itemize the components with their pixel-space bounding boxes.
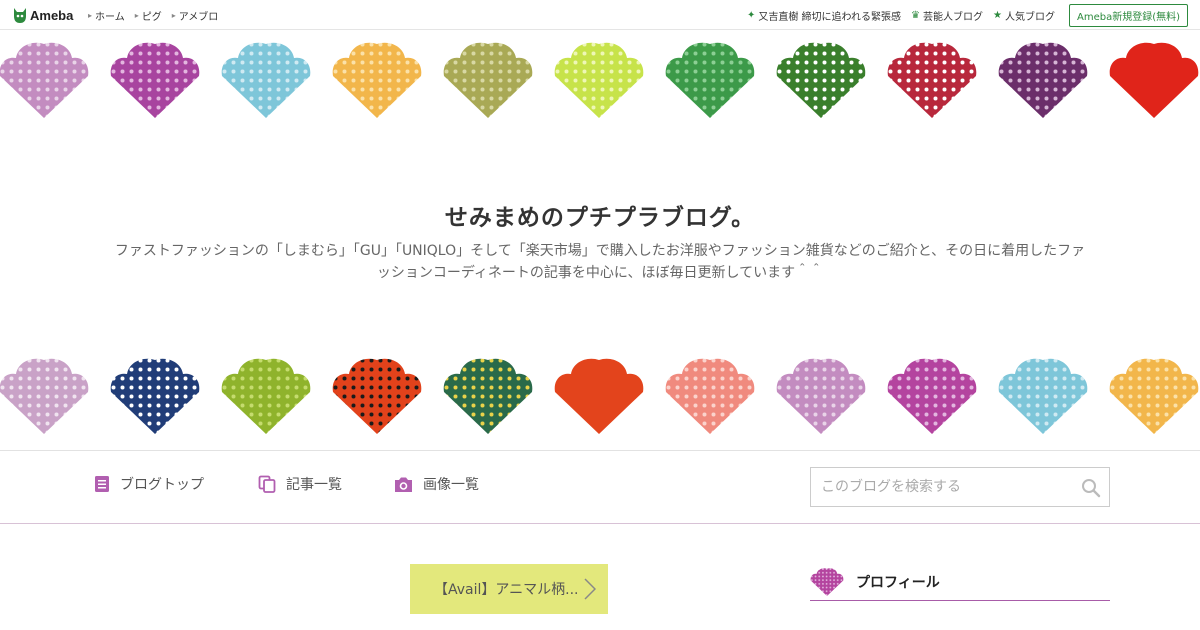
celebrity-blog-link[interactable]: ♛ 芸能人ブログ xyxy=(911,8,983,23)
top-nav-label: ピグ xyxy=(141,11,162,23)
pattern-tile xyxy=(776,42,866,118)
pattern-tile xyxy=(887,42,977,118)
popular-blog-label: 人気ブログ xyxy=(1004,11,1055,23)
nav-image-list[interactable]: 画像一覧 xyxy=(394,474,479,494)
profile-heading: プロフィール xyxy=(810,563,1110,601)
top-right-links: ✦ 又吉直樹 締切に追われる緊張感 ♛ 芸能人ブログ ★ 人気ブログ Ameba新規登… xyxy=(737,0,1188,30)
nav-blog-top-label: ブログトップ xyxy=(120,477,204,493)
search-icon[interactable] xyxy=(1081,478,1101,498)
pattern-tile xyxy=(221,358,311,434)
chevron-right-icon xyxy=(584,578,596,600)
pattern-tile xyxy=(554,42,644,118)
pattern-tile xyxy=(1109,42,1199,118)
chevron-right-icon: ▸ xyxy=(134,10,139,20)
top-nav-pigg[interactable]: ▸ ピグ xyxy=(135,8,162,23)
top-bar: Ameba ▸ ホーム ▸ ピグ ▸ アメブロ ✦ 又吉直樹 締切に追われる緊張感 ♛ 芸… xyxy=(0,0,1200,30)
article-nav-button[interactable]: 【Avail】アニマル柄... xyxy=(410,564,608,614)
star-icon: ★ xyxy=(993,9,1002,21)
copy-icon xyxy=(258,475,276,493)
article-nav-label: 【Avail】アニマル柄... xyxy=(434,582,579,598)
pattern-row-bottom xyxy=(0,356,1200,436)
pattern-row-top xyxy=(0,40,1200,120)
top-nav-home[interactable]: ▸ ホーム xyxy=(88,8,125,23)
featured-link-label: 又吉直樹 締切に追われる緊張感 xyxy=(758,11,902,23)
pattern-tile xyxy=(554,358,644,434)
pattern-tile xyxy=(998,42,1088,118)
nav-article-list[interactable]: 記事一覧 xyxy=(258,474,342,494)
blog-search-input[interactable] xyxy=(811,468,1071,506)
nav-divider xyxy=(0,523,1200,524)
pattern-tile xyxy=(110,42,200,118)
crown-icon: ♛ xyxy=(911,9,921,21)
popular-blog-link[interactable]: ★ 人気ブログ xyxy=(993,8,1055,23)
blog-description: ファストファッションの「しまむら」「GU」「UNIQLO」そして「楽天市場」で購… xyxy=(114,243,1086,281)
divider xyxy=(0,450,1200,451)
blog-title[interactable]: せみまめのプチプラブログ。 xyxy=(0,198,1200,232)
pattern-tile xyxy=(1109,358,1199,434)
chevron-right-icon: ▸ xyxy=(171,10,176,20)
camera-icon xyxy=(395,477,412,492)
top-nav: ▸ ホーム ▸ ピグ ▸ アメブロ xyxy=(88,0,228,30)
top-nav-label: ホーム xyxy=(95,11,125,23)
pattern-tile xyxy=(221,42,311,118)
sparkle-icon: ✦ xyxy=(746,9,756,21)
logo-text: Ameba xyxy=(30,7,74,23)
celebrity-blog-label: 芸能人ブログ xyxy=(923,11,984,23)
pattern-tile xyxy=(665,42,755,118)
pattern-tile xyxy=(776,358,866,434)
nav-article-list-label: 記事一覧 xyxy=(286,477,342,493)
top-nav-label: アメブロ xyxy=(178,11,219,23)
register-button[interactable]: Ameba新規登録(無料) xyxy=(1068,3,1188,27)
nav-blog-top[interactable]: ブログトップ xyxy=(94,474,204,494)
document-icon xyxy=(95,476,109,492)
chevron-right-icon: ▸ xyxy=(88,10,93,20)
pattern-profile-icon xyxy=(810,567,844,596)
pattern-tile xyxy=(665,358,755,434)
pattern-tile xyxy=(332,42,422,118)
pattern-tile xyxy=(443,42,533,118)
featured-link[interactable]: ✦ 又吉直樹 締切に追われる緊張感 xyxy=(747,8,901,23)
ameba-mascot-icon xyxy=(14,8,26,23)
pattern-tile xyxy=(998,358,1088,434)
profile-title: プロフィール xyxy=(856,574,940,591)
pattern-tile xyxy=(0,42,89,118)
ameba-logo[interactable]: Ameba xyxy=(12,6,73,24)
pattern-tile xyxy=(110,358,200,434)
pattern-tile xyxy=(332,358,422,434)
blog-search xyxy=(810,467,1110,507)
nav-image-list-label: 画像一覧 xyxy=(423,477,479,493)
top-nav-ameblo[interactable]: ▸ アメブロ xyxy=(172,8,219,23)
pattern-tile xyxy=(0,358,89,434)
pattern-tile xyxy=(887,358,977,434)
pattern-tile xyxy=(443,358,533,434)
